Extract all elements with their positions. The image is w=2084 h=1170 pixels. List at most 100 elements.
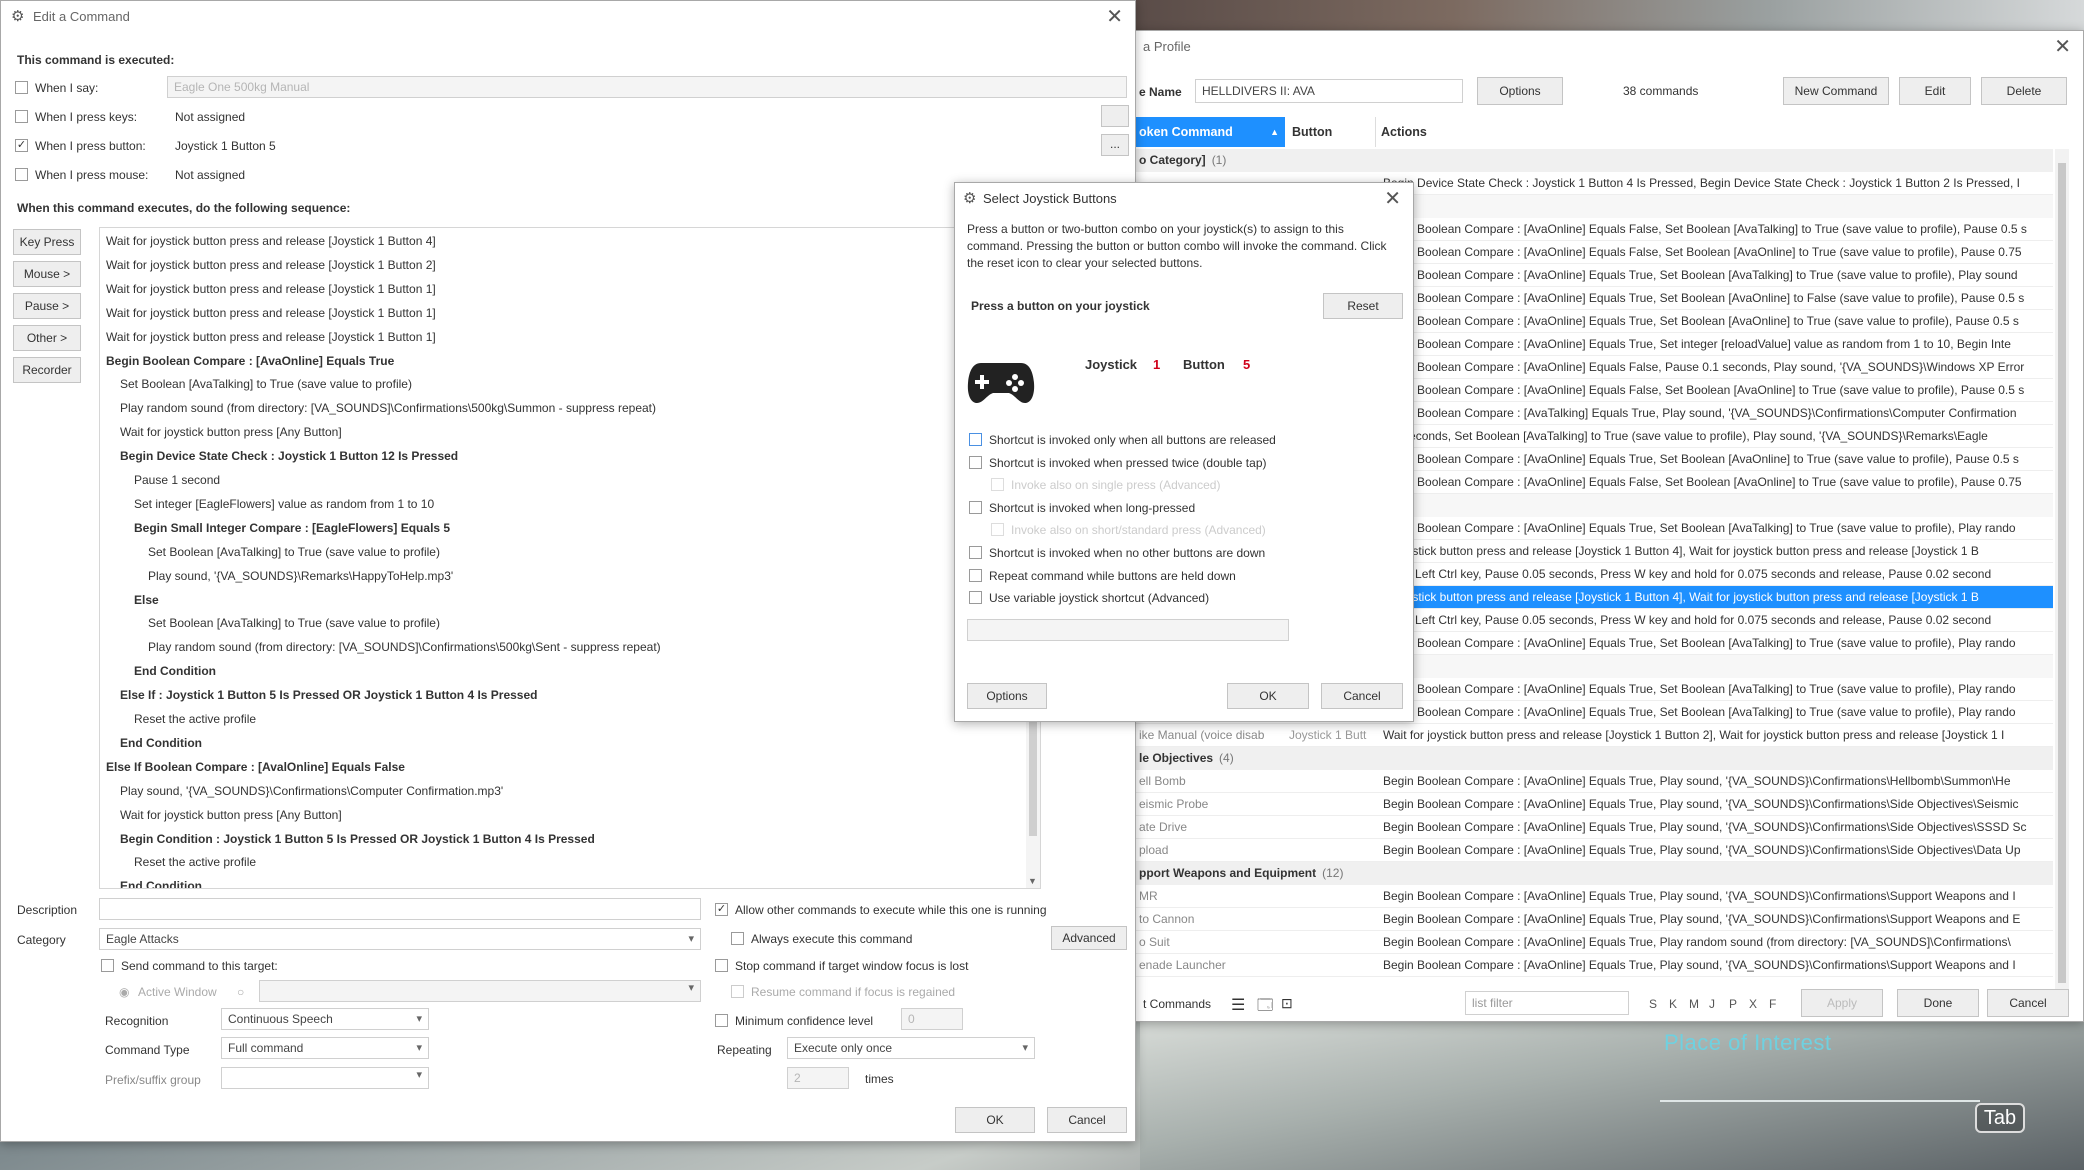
command-row[interactable]: ate Drive Begin Boolean Compare : [AvaOnl… [1131,816,2053,839]
sequence-action-row[interactable]: Pause 1 second [134,473,220,487]
button-ellipsis-button[interactable]: ... [1101,134,1129,156]
new-command-button[interactable]: New Command [1783,77,1889,105]
sequence-action-row[interactable]: Wait for joystick button press and relea… [106,282,436,296]
sequence-action-row[interactable]: Begin Device State Check : Joystick 1 Bu… [120,449,458,463]
keys-ellipsis-button[interactable] [1101,105,1129,127]
description-input[interactable] [99,898,701,920]
filter-letter-toggle[interactable]: J [1709,997,1715,1011]
sequence-action-row[interactable]: End Condition [120,879,202,888]
other-button[interactable]: Other > [13,325,81,351]
stop-icon[interactable]: ⊡ [1281,995,1293,1012]
filter-letter-toggle[interactable]: K [1669,997,1677,1011]
category-group-row[interactable]: o Category] (1) [1131,149,2053,172]
when-i-press-mouse-checkbox[interactable] [15,168,28,181]
grid-scrollbar[interactable] [2055,149,2069,1011]
close-icon[interactable]: ✕ [1106,1,1123,33]
sequence-action-row[interactable]: Play random sound (from directory: [VA_S… [148,640,661,654]
mouse-button[interactable]: Mouse > [13,261,81,287]
command-row[interactable]: to Cannon Begin Boolean Compare : [AvaOnl… [1131,908,2053,931]
sequence-action-row[interactable]: Play random sound (from directory: [VA_S… [120,401,656,415]
column-button[interactable]: Button [1286,117,1376,147]
sequence-action-row[interactable]: Else If Boolean Compare : [AvalOnline] E… [106,760,405,774]
key-press-button[interactable]: Key Press [13,229,81,255]
edit-command-button[interactable]: Edit [1899,77,1971,105]
shortcut-option-checkbox[interactable] [991,478,1004,492]
min-confidence-input[interactable]: 0 [901,1008,963,1030]
resume-focus-checkbox[interactable] [731,985,744,998]
scroll-down-icon[interactable]: ▼ [1028,876,1037,886]
filter-letter-toggle[interactable]: F [1769,997,1776,1011]
sequence-action-row[interactable]: Play sound, '{VA_SOUNDS}\Remarks\HappyTo… [148,569,453,583]
sequence-action-row[interactable]: Wait for joystick button press [Any Butt… [120,808,342,822]
advanced-button[interactable]: Advanced [1051,926,1127,950]
min-confidence-checkbox[interactable] [715,1014,728,1027]
command-row[interactable]: ell Bomb Begin Boolean Compare : [AvaOnli… [1131,770,2053,793]
done-button[interactable]: Done [1897,989,1979,1017]
sequence-action-row[interactable]: Set Boolean [AvaTalking] to True (save v… [120,377,412,391]
sequence-action-row[interactable]: Set Boolean [AvaTalking] to True (save v… [148,616,440,630]
variable-shortcut-input[interactable] [967,619,1289,641]
sequence-action-row[interactable]: Wait for joystick button press and relea… [106,234,436,248]
sequence-action-row[interactable]: Wait for joystick button press and relea… [106,258,436,272]
prefix-suffix-select[interactable] [221,1067,429,1089]
column-spoken-command[interactable]: oken Command ▲ [1131,117,1285,147]
profile-options-button[interactable]: Options [1477,77,1563,105]
when-i-press-keys-checkbox[interactable] [15,110,28,123]
joystick-cancel-button[interactable]: Cancel [1321,683,1403,709]
stop-focus-checkbox[interactable] [715,959,728,972]
pause-button[interactable]: Pause > [13,293,81,319]
sequence-action-row[interactable]: Begin Small Integer Compare : [EagleFlow… [134,521,450,535]
shortcut-option-checkbox[interactable] [969,433,982,446]
apply-button[interactable]: Apply [1801,989,1883,1017]
command-row[interactable]: eismic Probe Begin Boolean Compare : [Ava… [1131,793,2053,816]
command-row[interactable]: enade Launcher Begin Boolean Compare : [A… [1131,954,2053,977]
action-sequence-list[interactable]: Wait for joystick button press and relea… [99,227,1041,889]
list-filter-input[interactable]: list filter [1465,991,1629,1015]
sequence-action-row[interactable]: End Condition [120,736,202,750]
command-type-select[interactable]: Full command [221,1037,429,1059]
sequence-action-row[interactable]: Wait for joystick button press and relea… [106,306,436,320]
cancel-button[interactable]: Cancel [1047,1107,1127,1133]
command-row[interactable]: o Suit Begin Boolean Compare : [AvaOnline… [1131,931,2053,954]
sequence-action-row[interactable]: Set Boolean [AvaTalking] to True (save v… [148,545,440,559]
send-target-checkbox[interactable] [101,959,114,972]
sequence-action-row[interactable]: Reset the active profile [134,712,256,726]
close-icon[interactable]: ✕ [1384,183,1401,215]
sequence-action-row[interactable]: End Condition [134,664,216,678]
filter-letter-toggle[interactable]: X [1749,997,1757,1011]
active-window-radio[interactable]: ◉ [119,985,129,999]
reset-button[interactable]: Reset [1323,293,1403,319]
category-group-row[interactable]: pport Weapons and Equipment (12) [1131,862,2053,885]
when-i-press-button-checkbox[interactable]: ✓ [15,139,28,152]
window-icon[interactable]: 🗔 [1257,995,1273,1020]
sequence-action-row[interactable]: Wait for joystick button press [Any Butt… [120,425,342,439]
category-group-row[interactable]: le Objectives (4) [1131,747,2053,770]
sequence-action-row[interactable]: Begin Condition : Joystick 1 Button 5 Is… [120,832,595,846]
close-icon[interactable]: ✕ [2054,31,2071,63]
command-row[interactable]: MR Begin Boolean Compare : [AvaOnline] Eq… [1131,885,2053,908]
repeating-select[interactable]: Execute only once [787,1037,1035,1059]
joystick-ok-button[interactable]: OK [1227,683,1309,709]
delete-command-button[interactable]: Delete [1981,77,2067,105]
when-i-say-checkbox[interactable] [15,81,28,94]
column-actions[interactable]: Actions [1381,117,2051,147]
bottom-commands-label[interactable]: t Commands [1143,997,1211,1011]
shortcut-option-checkbox[interactable] [991,523,1004,537]
shortcut-option-checkbox[interactable] [969,455,982,469]
shortcut-option-checkbox[interactable] [969,591,982,605]
sequence-action-row[interactable]: Else [134,593,159,607]
recognition-select[interactable]: Continuous Speech [221,1008,429,1030]
command-row[interactable]: pload Begin Boolean Compare : [AvaOnline]… [1131,839,2053,862]
sequence-action-row[interactable]: Else If : Joystick 1 Button 5 Is Pressed… [120,688,538,702]
sequence-action-row[interactable]: Play sound, '{VA_SOUNDS}\Confirmations\C… [120,784,503,798]
shortcut-option-checkbox[interactable] [969,546,982,559]
category-select[interactable]: Eagle Attacks [99,928,701,950]
shortcut-option-checkbox[interactable] [969,500,982,514]
sequence-action-row[interactable]: Set integer [EagleFlowers] value as rand… [134,497,434,511]
repeat-times-input[interactable]: 2 [787,1067,849,1089]
target-window-select[interactable] [259,980,701,1002]
when-i-say-input[interactable]: Eagle One 500kg Manual [167,76,1127,98]
filter-letter-toggle[interactable]: P [1729,997,1737,1011]
sequence-action-row[interactable]: Reset the active profile [134,855,256,869]
profile-name-input[interactable]: HELLDIVERS II: AVA [1195,79,1463,103]
